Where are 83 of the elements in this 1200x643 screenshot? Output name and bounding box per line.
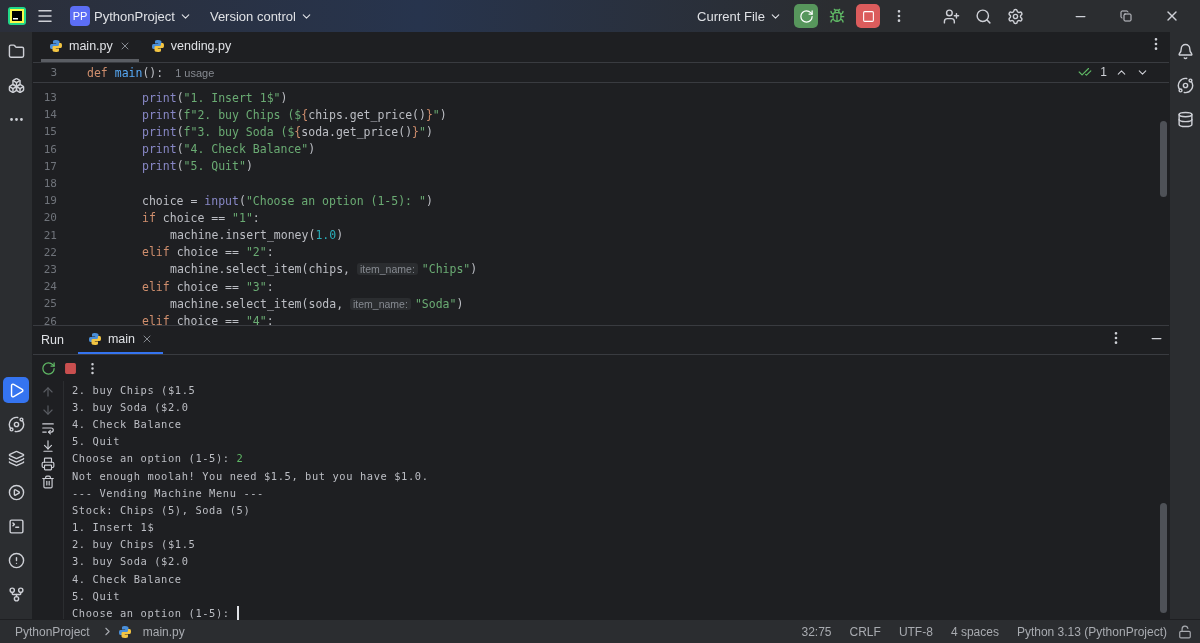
line-number: 13 bbox=[42, 91, 57, 105]
editor-tab[interactable]: vending.py bbox=[142, 32, 240, 62]
inspection-count[interactable]: 1 bbox=[1100, 65, 1107, 79]
scroll-up-icon[interactable] bbox=[41, 385, 55, 399]
project-badge: PP bbox=[70, 6, 90, 26]
code-line: def main(): bbox=[87, 65, 164, 80]
console-line: Stock: Chips (5), Soda (5) bbox=[72, 503, 251, 516]
code-line: print("1. Insert 1$") bbox=[142, 90, 288, 105]
code-line: elif choice == "4": bbox=[142, 314, 274, 325]
line-number: 15 bbox=[42, 125, 57, 139]
console-line: --- Vending Machine Menu --- bbox=[72, 486, 264, 499]
console-line: Choose an option (1-5): 2 bbox=[72, 452, 244, 465]
console-line: 3. buy Soda ($2.0 bbox=[72, 400, 189, 413]
status-item[interactable]: CRLF bbox=[842, 624, 888, 639]
rerun-icon bbox=[798, 8, 814, 24]
usages-hint[interactable]: 1 usage bbox=[175, 66, 215, 79]
console-line: Choose an option (1-5): bbox=[72, 607, 231, 620]
code-line: if choice == "1": bbox=[142, 210, 260, 225]
line-number: 14 bbox=[42, 108, 57, 122]
console-line: Not enough moolah! You need $1.5, but you have $1.0. bbox=[72, 469, 429, 482]
line-number: 26 bbox=[42, 314, 57, 325]
version-control-menu[interactable]: Version control bbox=[203, 4, 319, 28]
status-item[interactable]: 4 spaces bbox=[943, 624, 1006, 639]
line-number: 16 bbox=[42, 142, 57, 156]
status-item[interactable]: Python 3.13 (PythonProject) bbox=[1009, 624, 1174, 639]
menu-label: Version control bbox=[209, 8, 296, 24]
run-panel-title: Run bbox=[41, 332, 64, 349]
console-line: 5. Quit bbox=[72, 435, 120, 448]
project-name: PythonProject bbox=[94, 8, 175, 24]
soft-wrap-icon[interactable] bbox=[41, 421, 55, 435]
code-line: print(f"2. buy Chips (${chips.get_price()}") bbox=[142, 107, 447, 122]
rerun-icon[interactable] bbox=[41, 360, 56, 376]
console-line: 4. Check Balance bbox=[72, 572, 182, 585]
scrollbar-thumb[interactable] bbox=[1160, 503, 1167, 613]
line-number: 22 bbox=[42, 245, 57, 259]
code-line: print(f"3. buy Soda (${soda.get_price()}") bbox=[142, 124, 433, 139]
code-line: machine.select_item(soda, item_name: "Soda") bbox=[170, 296, 464, 311]
lock-icon[interactable] bbox=[1178, 624, 1192, 639]
run-icon[interactable] bbox=[3, 377, 29, 403]
line-number: 23 bbox=[42, 262, 57, 276]
project-selector[interactable]: PP PythonProject bbox=[64, 4, 198, 28]
line-number: 19 bbox=[42, 194, 57, 208]
rerun-button[interactable] bbox=[794, 4, 818, 28]
console-line: 1. Insert 1$ bbox=[72, 521, 155, 534]
scroll-to-end-icon[interactable] bbox=[41, 439, 55, 453]
code-line: elif choice == "2": bbox=[142, 245, 274, 260]
python-file-icon bbox=[87, 332, 102, 346]
code-line: machine.select_item(chips, item_name: "Chips") bbox=[170, 262, 478, 277]
console-line: 5. Quit bbox=[72, 589, 120, 602]
breadcrumb[interactable]: PythonProject bbox=[8, 624, 97, 639]
python-file-icon bbox=[150, 38, 165, 53]
code-line: print("4. Check Balance") bbox=[142, 142, 316, 157]
code-line: machine.insert_money(1.0) bbox=[170, 228, 344, 243]
console-line: 2. buy Chips ($1.5 bbox=[72, 383, 196, 396]
scrollbar-thumb[interactable] bbox=[1160, 121, 1167, 197]
breadcrumb[interactable]: main.py bbox=[135, 624, 192, 639]
code-line: elif choice == "3": bbox=[142, 279, 274, 294]
line-number: 3 bbox=[49, 66, 57, 79]
stop-icon[interactable] bbox=[64, 361, 77, 375]
code-line: choice = input("Choose an option (1-5): ") bbox=[142, 193, 433, 208]
python-file-icon bbox=[49, 38, 63, 53]
status-item[interactable]: 32:75 bbox=[794, 624, 839, 639]
line-number: 21 bbox=[42, 228, 57, 242]
run-configuration-selector[interactable]: Current File bbox=[691, 4, 788, 28]
line-number: 17 bbox=[42, 159, 57, 173]
print-icon[interactable] bbox=[41, 457, 55, 471]
line-number: 20 bbox=[42, 211, 57, 225]
status-item[interactable]: UTF-8 bbox=[891, 624, 940, 639]
python-file-icon bbox=[117, 624, 132, 639]
menu-label: Current File bbox=[697, 8, 765, 24]
stop-icon bbox=[861, 9, 875, 23]
inspection-check-icon[interactable] bbox=[1078, 65, 1093, 79]
console-line: 3. buy Soda ($2.0 bbox=[72, 555, 189, 568]
app-logo-icon[interactable] bbox=[8, 7, 26, 25]
console-line: 2. buy Chips ($1.5 bbox=[72, 538, 196, 551]
run-tab[interactable]: main bbox=[77, 326, 164, 354]
code-line: print("5. Quit") bbox=[142, 159, 253, 174]
line-number: 18 bbox=[42, 177, 57, 191]
trash-icon[interactable] bbox=[41, 475, 55, 489]
line-number: 24 bbox=[42, 280, 57, 294]
line-number: 25 bbox=[42, 297, 57, 311]
stop-button[interactable] bbox=[856, 4, 880, 28]
console-line: 4. Check Balance bbox=[72, 417, 182, 430]
